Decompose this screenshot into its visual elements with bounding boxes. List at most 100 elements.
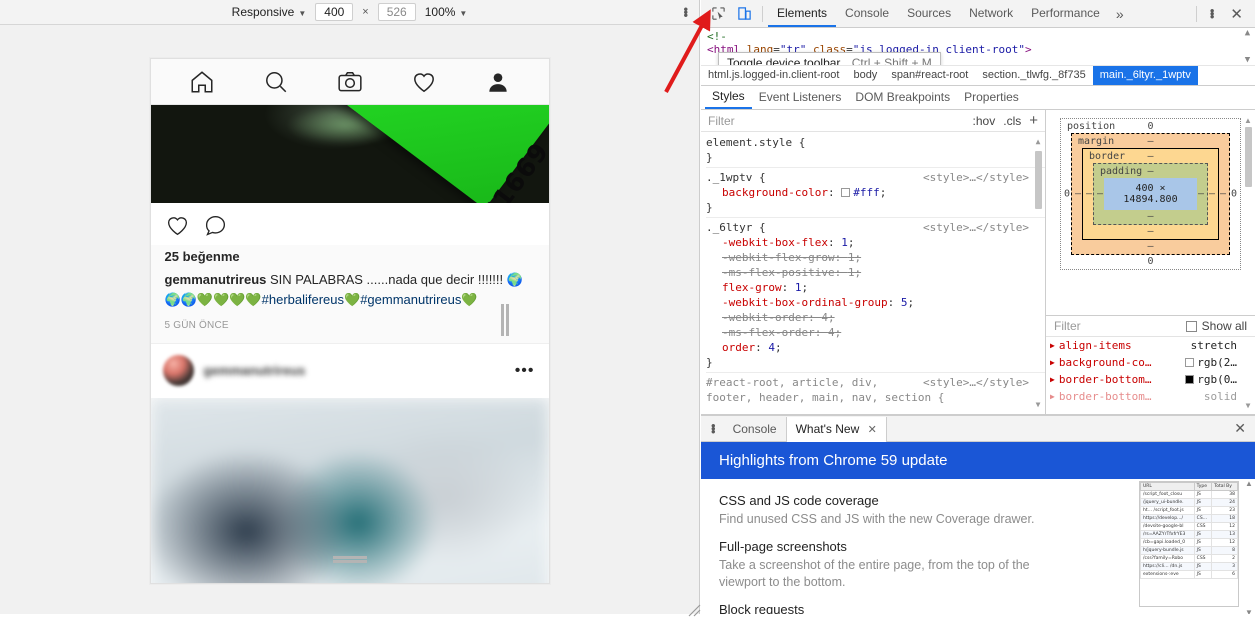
tab-console[interactable]: Console bbox=[836, 0, 898, 27]
style-prop-webkit-flex-grow[interactable]: -webkit-flex-grow: 1; bbox=[706, 250, 1045, 265]
like-button[interactable] bbox=[165, 213, 190, 243]
prop-value[interactable]: 4 bbox=[828, 326, 835, 339]
margin-right[interactable]: – bbox=[1220, 189, 1226, 200]
style-rule-6ltyr[interactable]: ._6ltyr { <style>…</style> -webkit-box-f… bbox=[706, 220, 1045, 373]
new-style-rule-button[interactable]: + bbox=[1029, 113, 1038, 128]
box-model-margin[interactable]: margin – – – – border – – – – padding – … bbox=[1071, 133, 1230, 255]
drawer-tabbar[interactable]: • • • Console What's New ✕ ✕ bbox=[701, 416, 1255, 442]
scroll-down-icon[interactable]: ▼ bbox=[1246, 397, 1251, 414]
style-prop-background-color[interactable]: background-color: #fff; bbox=[706, 185, 1045, 200]
prop-value[interactable]: 1 bbox=[848, 266, 855, 279]
toggle-device-toolbar-icon[interactable] bbox=[731, 1, 757, 27]
whats-new-scrollbar[interactable]: ▲ ▼ bbox=[1244, 479, 1254, 614]
tab-properties[interactable]: Properties bbox=[957, 87, 1026, 108]
resize-handle-horizontal[interactable] bbox=[499, 25, 511, 614]
breadcrumb-item-body[interactable]: body bbox=[846, 66, 884, 85]
heart-icon[interactable] bbox=[411, 69, 437, 95]
border-left[interactable]: – bbox=[1086, 189, 1092, 200]
search-icon[interactable] bbox=[263, 69, 289, 95]
selector-reset-line2[interactable]: footer, header, main, nav, section { bbox=[706, 390, 1045, 405]
style-rule-element-style[interactable]: element.style { } bbox=[706, 135, 1045, 168]
emulated-viewport[interactable]: 61669 25 beğenme gemmanutrireus SIN PALA… bbox=[149, 58, 550, 584]
styles-scrollbar[interactable]: ▲ ▼ bbox=[1033, 134, 1043, 412]
dom-tree[interactable]: <!- <html lang="tr" class="js logged-in … bbox=[701, 28, 1255, 66]
resize-handle-corner[interactable] bbox=[685, 601, 701, 617]
border-right[interactable]: – bbox=[1209, 189, 1215, 200]
caption-hashtag-2[interactable]: #gemmanutrireus bbox=[360, 292, 461, 307]
drawer-tab-console[interactable]: Console bbox=[724, 417, 786, 441]
box-model-content-size[interactable]: 400 × 14894.800 bbox=[1104, 178, 1197, 210]
device-toolbar[interactable]: Responsive ▼ 400 × 526 100% ▼ • • • bbox=[0, 0, 699, 25]
comment-button[interactable] bbox=[203, 213, 228, 243]
drawer-tab-whats-new[interactable]: What's New ✕ bbox=[785, 417, 887, 442]
scrollbar-thumb[interactable] bbox=[1244, 127, 1252, 187]
scrollbar-thumb[interactable] bbox=[1034, 151, 1042, 209]
style-prop-webkit-order[interactable]: -webkit-order: 4; bbox=[706, 310, 1045, 325]
prop-value[interactable]: 4 bbox=[768, 341, 775, 354]
rule-origin-2[interactable]: <style>…</style> bbox=[923, 220, 1029, 235]
ellipsis-icon[interactable]: ••• bbox=[515, 362, 535, 379]
style-prop-order[interactable]: order: 4; bbox=[706, 340, 1045, 355]
tab-sources[interactable]: Sources bbox=[898, 0, 960, 27]
padding-right[interactable]: – bbox=[1198, 189, 1204, 200]
box-model-padding[interactable]: padding – – – – 400 × 14894.800 bbox=[1093, 163, 1208, 225]
instagram-navbar[interactable] bbox=[150, 59, 549, 105]
caption-username[interactable]: gemmanutrireus bbox=[165, 272, 267, 287]
dom-line-doctype[interactable]: <!- bbox=[707, 30, 1255, 43]
computed-row-background-color[interactable]: ▶ background-co… rgb(2… bbox=[1050, 354, 1255, 371]
margin-left[interactable]: – bbox=[1075, 189, 1081, 200]
computed-properties-list[interactable]: ▶ align-items stretch ▶ background-co… r… bbox=[1046, 337, 1255, 414]
margin-top[interactable]: – bbox=[1147, 136, 1153, 147]
tab-dom-breakpoints[interactable]: DOM Breakpoints bbox=[848, 87, 957, 108]
styles-rules-list[interactable]: element.style { } ._1wptv { <style>…</st… bbox=[701, 132, 1045, 414]
chevron-right-icon[interactable]: ▶ bbox=[1050, 371, 1055, 388]
box-model-border[interactable]: border – – – – padding – – – – 400 × 148… bbox=[1082, 148, 1219, 240]
post-username-2[interactable]: gemmanutrireus bbox=[204, 363, 306, 378]
box-model-position[interactable]: position 0 0 0 0 margin – – – – border – bbox=[1060, 118, 1241, 270]
prop-value[interactable]: 1 bbox=[848, 251, 855, 264]
style-prop-ms-flex-order[interactable]: -ms-flex-order: 4; bbox=[706, 325, 1045, 340]
computed-filter-bar[interactable]: Filter Show all bbox=[1046, 315, 1255, 337]
padding-left[interactable]: – bbox=[1097, 189, 1103, 200]
avatar[interactable] bbox=[162, 355, 194, 387]
caption-hashtag-1[interactable]: #herbalifereus bbox=[262, 292, 344, 307]
box-model-diagram[interactable]: position 0 0 0 0 margin – – – – border – bbox=[1046, 110, 1255, 315]
scroll-up-icon[interactable]: ▲ bbox=[1036, 134, 1041, 149]
checkbox-icon[interactable] bbox=[1185, 320, 1197, 332]
breadcrumb-item-main[interactable]: main._6ltyr._1wptv bbox=[1092, 66, 1198, 85]
tab-network[interactable]: Network bbox=[960, 0, 1022, 27]
viewport-width-input[interactable]: 400 bbox=[315, 3, 354, 21]
cls-button[interactable]: .cls bbox=[1003, 114, 1021, 128]
padding-top[interactable]: – bbox=[1147, 166, 1153, 177]
style-prop-flex-grow[interactable]: flex-grow: 1; bbox=[706, 280, 1045, 295]
style-rule-1wptv[interactable]: ._1wptv { <style>…</style> background-co… bbox=[706, 170, 1045, 218]
rule-origin-3[interactable]: <style>…</style> bbox=[923, 375, 1029, 390]
prop-value[interactable]: 1 bbox=[841, 236, 848, 249]
post-actions-1[interactable] bbox=[150, 203, 549, 245]
breadcrumb-item-html[interactable]: html.js.logged-in.client-root bbox=[701, 66, 846, 85]
breadcrumb-item-react-root[interactable]: span#react-root bbox=[884, 66, 975, 85]
styles-filter-bar[interactable]: Filter :hov .cls + bbox=[701, 110, 1045, 132]
color-swatch[interactable] bbox=[841, 188, 851, 197]
chevron-right-icon[interactable]: ▶ bbox=[1050, 388, 1055, 405]
show-all-toggle[interactable]: Show all bbox=[1185, 319, 1247, 333]
box-model-scrollbar[interactable]: ▲ bbox=[1243, 116, 1253, 309]
computed-row-border-bottom-color[interactable]: ▶ border-bottom… rgb(0… bbox=[1050, 371, 1255, 388]
drawer-close-icon[interactable]: ✕ bbox=[1225, 420, 1255, 437]
rule-origin-1[interactable]: <style>…</style> bbox=[923, 170, 1029, 185]
close-icon[interactable]: ✕ bbox=[868, 424, 877, 436]
profile-icon[interactable] bbox=[485, 69, 511, 95]
devtools-settings-icon[interactable]: • • • bbox=[1202, 4, 1223, 23]
zoom-select[interactable]: 100% ▼ bbox=[425, 5, 468, 19]
post-image-1[interactable]: 61669 bbox=[150, 105, 549, 203]
computed-row-border-bottom-style[interactable]: ▶ border-bottom… solid bbox=[1050, 388, 1255, 405]
inspect-element-icon[interactable] bbox=[705, 1, 731, 27]
scroll-up-icon[interactable]: ▲ bbox=[1245, 28, 1250, 38]
prop-value[interactable]: 4 bbox=[821, 311, 828, 324]
viewport-height-input[interactable]: 526 bbox=[377, 3, 416, 21]
dom-tree-scrollbar[interactable]: ▲ ▼ bbox=[1242, 28, 1253, 65]
styles-filter-input[interactable]: Filter bbox=[708, 114, 735, 128]
scroll-up-icon[interactable]: ▲ bbox=[1245, 479, 1253, 488]
breadcrumb[interactable]: html.js.logged-in.client-root body span#… bbox=[701, 66, 1255, 86]
chevron-right-icon[interactable]: ▶ bbox=[1050, 354, 1055, 371]
